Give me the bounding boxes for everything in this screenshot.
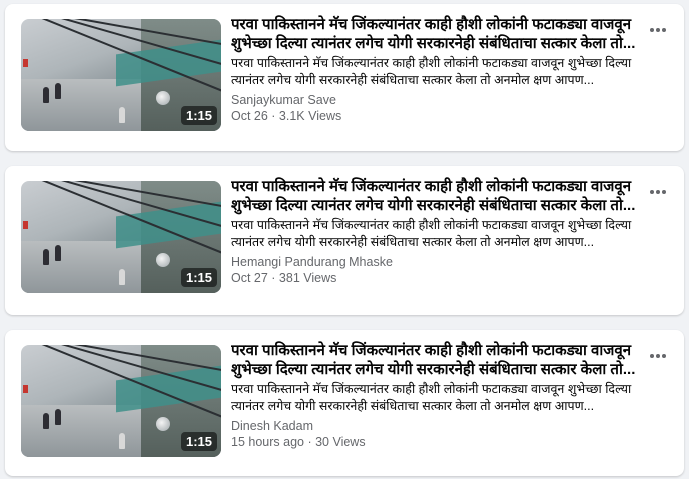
video-thumbnail[interactable]: 1:15 [21,181,221,293]
more-options-icon[interactable] [646,344,670,368]
video-description: परवा पाकिस्तानने मॅच जिंकल्यानंतर काही ह… [231,56,632,87]
video-meta: 15 hours ago · 30 Views [231,435,366,449]
more-options-icon[interactable] [646,18,670,42]
video-title[interactable]: परवा पाकिस्तानने मॅच जिंकल्यानंतर काही ह… [231,177,641,215]
video-result-card[interactable]: 1:15 परवा पाकिस्तानने मॅच जिंकल्यानंतर क… [5,166,684,315]
more-options-icon[interactable] [646,180,670,204]
video-author[interactable]: Hemangi Pandurang Mhaske [231,255,393,269]
video-result-card[interactable]: 1:15 परवा पाकिस्तानने मॅच जिंकल्यानंतर क… [5,330,684,476]
video-description: परवा पाकिस्तानने मॅच जिंकल्यानंतर काही ह… [231,382,632,413]
video-thumbnail[interactable]: 1:15 [21,345,221,457]
video-meta: Oct 27 · 381 Views [231,271,337,285]
video-title[interactable]: परवा पाकिस्तानने मॅच जिंकल्यानंतर काही ह… [231,341,641,379]
video-duration-badge: 1:15 [180,268,217,287]
video-thumbnail[interactable]: 1:15 [21,19,221,131]
video-description: परवा पाकिस्तानने मॅच जिंकल्यानंतर काही ह… [231,218,632,249]
video-author[interactable]: Sanjaykumar Save [231,93,336,107]
video-meta: Oct 26 · 3.1K Views [231,109,342,123]
video-duration-badge: 1:15 [180,106,217,125]
video-author[interactable]: Dinesh Kadam [231,419,313,433]
video-result-card[interactable]: 1:15 परवा पाकिस्तानने मॅच जिंकल्यानंतर क… [5,4,684,151]
video-title[interactable]: परवा पाकिस्तानने मॅच जिंकल्यानंतर काही ह… [231,15,641,53]
video-duration-badge: 1:15 [180,432,217,451]
